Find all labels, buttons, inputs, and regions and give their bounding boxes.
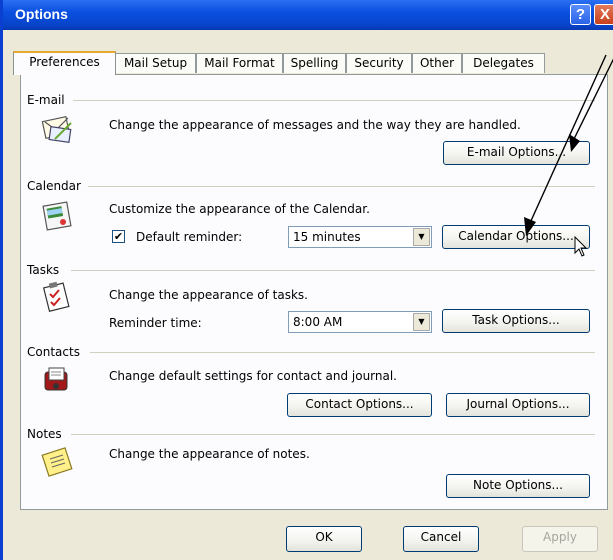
tab-preferences[interactable]: Preferences <box>13 51 116 75</box>
arrow-to-email-options <box>573 58 613 140</box>
arrow-to-calendar-options <box>529 54 607 224</box>
annotation-arrows <box>524 54 613 236</box>
arrowhead-icon <box>524 217 536 236</box>
options-dialog: Options ? X Preferences Mail Setup Mail … <box>0 0 613 560</box>
mouse-cursor-icon <box>574 236 588 257</box>
